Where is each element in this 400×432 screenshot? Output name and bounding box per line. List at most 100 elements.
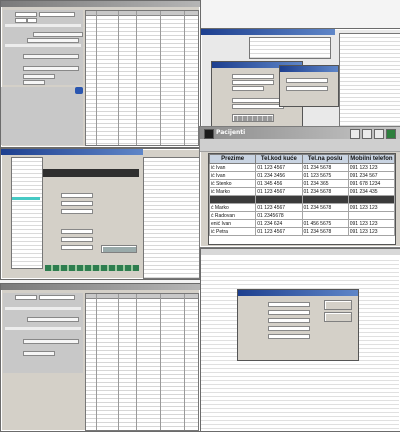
- list-grid[interactable]: [85, 293, 199, 431]
- form-label: [5, 307, 81, 310]
- form-field[interactable]: [27, 18, 37, 23]
- form-field[interactable]: [268, 326, 310, 331]
- col-header-tel-posao[interactable]: Tel.na poslu: [301, 154, 349, 164]
- col-header-prezime[interactable]: Prezime: [209, 154, 257, 164]
- form-field[interactable]: [268, 318, 310, 323]
- dialog-button[interactable]: [324, 300, 352, 310]
- list-grid[interactable]: [249, 37, 331, 59]
- dark-panel: [43, 169, 139, 177]
- form-field[interactable]: [61, 201, 93, 206]
- app-icon: [204, 129, 214, 139]
- form-field[interactable]: [27, 317, 79, 322]
- table-cell: ć Radovan: [209, 211, 257, 220]
- pacijenti-titlebar: Pacijenti: [200, 127, 400, 139]
- table-cell: 01 234 365: [301, 179, 349, 188]
- table-cell: 091 234 567: [347, 171, 395, 180]
- form-field[interactable]: [33, 32, 83, 37]
- dialog-button[interactable]: [232, 114, 274, 122]
- table-cell: 01 123 4567: [255, 163, 303, 172]
- form-field[interactable]: [286, 78, 328, 83]
- form-field[interactable]: [61, 193, 93, 198]
- left-list[interactable]: [11, 157, 43, 269]
- form-field[interactable]: [15, 12, 37, 17]
- form-label: [5, 24, 81, 27]
- dialog-titlebar: [280, 66, 338, 72]
- form-field[interactable]: [23, 351, 55, 356]
- save-icon[interactable]: [374, 129, 384, 139]
- form-field[interactable]: [23, 339, 79, 344]
- window-titlebar: [201, 249, 400, 255]
- blue-badge-icon: [75, 87, 83, 94]
- dialog-window: [237, 289, 359, 361]
- form-field[interactable]: [232, 74, 274, 79]
- form-field[interactable]: [286, 86, 328, 91]
- table-cell: 01 234 5678: [301, 163, 349, 172]
- form-field[interactable]: [61, 229, 93, 234]
- table-row[interactable]: [209, 195, 395, 204]
- screenshot-middle-left: [0, 148, 201, 280]
- form-field[interactable]: [232, 98, 284, 103]
- table-cell: 091 123 123: [347, 163, 395, 172]
- table-row[interactable]: ić Ivan 01 234 3456 01 123 5675 091 234 567: [209, 171, 395, 180]
- table-cell: 01 234 5678: [301, 227, 349, 236]
- patients-grid[interactable]: Prezime Tel.kod kuće Tel.na poslu Mobiln…: [208, 153, 396, 245]
- table-body: ić Ivan 01 123 4567 01 234 5678 091 123 123…: [209, 163, 395, 236]
- table-row[interactable]: ć Marko 01 123 4567 01 234 5678 091 123 123: [209, 203, 395, 212]
- col-header-tel-kuce[interactable]: Tel.kod kuće: [255, 154, 303, 164]
- table-header-row: Prezime Tel.kod kuće Tel.na poslu Mobiln…: [209, 154, 395, 164]
- table-row[interactable]: enić Ivan 01 234 624 01 456 5675 091 123 12…: [209, 219, 395, 228]
- table-row[interactable]: ić Petra 01 123 4567 01 234 5678 091 123 12…: [209, 227, 395, 236]
- table-cell: 01 2345678: [255, 211, 303, 220]
- table-row[interactable]: ć Radovan 01 2345678: [209, 211, 395, 220]
- form-field[interactable]: [27, 38, 79, 43]
- form-field[interactable]: [23, 66, 79, 71]
- list-grid[interactable]: [85, 10, 199, 146]
- form-field[interactable]: [232, 86, 264, 91]
- form-field[interactable]: [15, 18, 27, 23]
- form-field[interactable]: [268, 310, 310, 315]
- form-field[interactable]: [232, 104, 284, 109]
- table-row[interactable]: ić Ivan 01 123 4567 01 234 5678 091 123 123: [209, 163, 395, 172]
- dialog-titlebar: [238, 290, 358, 296]
- form-field[interactable]: [15, 295, 37, 300]
- table-cell: 01 234 5678: [301, 187, 349, 196]
- form-field[interactable]: [61, 245, 93, 250]
- search-icon[interactable]: [350, 129, 360, 139]
- print-icon[interactable]: [362, 129, 372, 139]
- form-field[interactable]: [232, 80, 274, 85]
- form-field[interactable]: [61, 209, 93, 214]
- form-field[interactable]: [268, 334, 310, 339]
- table-cell: ić Ivan: [209, 171, 257, 180]
- form-field[interactable]: [61, 237, 93, 242]
- table-cell: ić Petra: [209, 227, 257, 236]
- grid-rows: [86, 299, 198, 430]
- window-titlebar: [1, 1, 200, 7]
- right-list[interactable]: [143, 157, 200, 279]
- side-list[interactable]: [339, 33, 400, 127]
- selected-row[interactable]: [12, 197, 40, 200]
- form-label: [5, 44, 81, 47]
- table-row[interactable]: ić Stenko 01 345 456 01 234 365 091 678 123…: [209, 179, 395, 188]
- form-field[interactable]: [268, 302, 310, 307]
- action-button[interactable]: [101, 245, 137, 253]
- table-row[interactable]: ić Marko 01 123 4567 01 234 5678 091 234 43…: [209, 187, 395, 196]
- screenshot-top-right: [200, 28, 400, 128]
- window-titlebar: [1, 284, 200, 290]
- form-field[interactable]: [23, 74, 55, 79]
- bottom-panel: [1, 87, 83, 145]
- col-header-mobilni[interactable]: Mobilni telefon: [347, 154, 395, 164]
- green-bar: [45, 265, 139, 271]
- form-field[interactable]: [23, 80, 45, 85]
- form-field[interactable]: [23, 54, 79, 59]
- table-cell: [347, 211, 395, 220]
- table-cell: ić Ivan: [209, 163, 257, 172]
- table-cell: [209, 195, 257, 204]
- form-field[interactable]: [39, 12, 75, 17]
- table-cell: 091 123 123: [347, 227, 395, 236]
- exit-icon[interactable]: [386, 129, 396, 139]
- dialog-button[interactable]: [324, 312, 352, 322]
- table-cell: 01 456 5675: [301, 219, 349, 228]
- toolbar-strip: [200, 139, 400, 152]
- table-cell: 01 234 3456: [255, 171, 303, 180]
- form-field[interactable]: [39, 295, 75, 300]
